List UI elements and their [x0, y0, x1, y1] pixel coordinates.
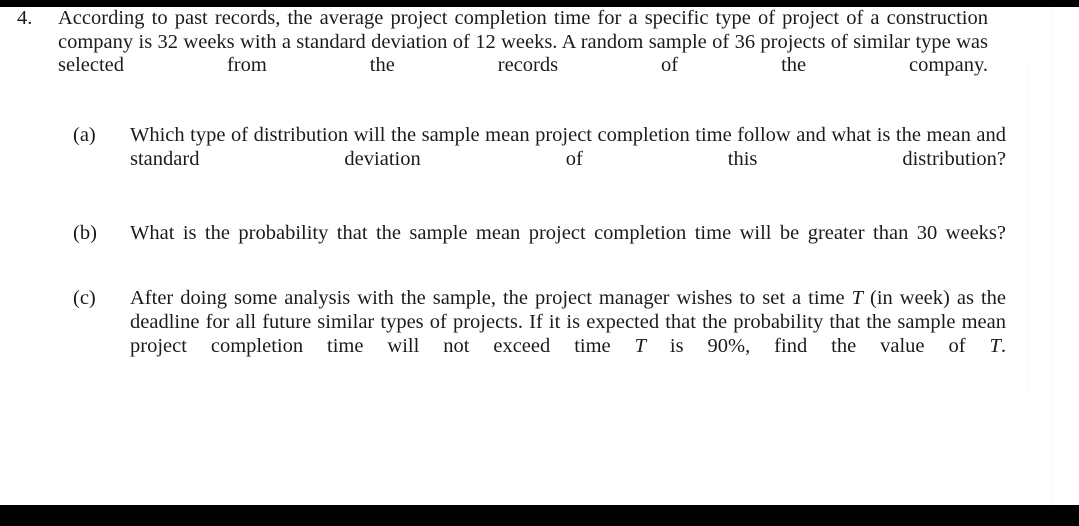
part-c-variable-t-1: T: [851, 287, 863, 309]
question-number: 4.: [17, 7, 33, 29]
part-c-variable-t-2: T: [634, 335, 646, 357]
part-label-c: (c): [73, 287, 96, 309]
part-text-b: What is the probability that the sample …: [130, 222, 1006, 244]
question-parts-list: (a) Which type of distribution will the …: [0, 123, 1079, 382]
part-text-c: After doing some analysis with the sampl…: [130, 286, 1006, 382]
scanned-page: 4. According to past records, the averag…: [0, 0, 1079, 526]
part-label-a: (a): [73, 124, 96, 146]
scan-border-bottom: [0, 505, 1079, 526]
question-part-b: (b) What is the probability that the sam…: [0, 221, 1079, 269]
question-stem-text: According to past records, the average p…: [58, 7, 988, 76]
part-c-variable-t-3: T: [989, 335, 1001, 357]
question-block: 4. According to past records, the averag…: [0, 7, 1079, 382]
part-c-run-4: .: [1000, 335, 1006, 357]
paper-area: 4. According to past records, the averag…: [0, 7, 1079, 505]
part-label-b: (b): [73, 222, 97, 244]
question-part-c: (c) After doing some analysis with the s…: [0, 286, 1079, 382]
scan-border-top: [0, 0, 1079, 7]
question-part-a: (a) Which type of distribution will the …: [0, 123, 1079, 195]
part-text-a: Which type of distribution will the samp…: [130, 124, 1006, 170]
question-stem-row: 4. According to past records, the averag…: [0, 7, 1079, 101]
part-c-run-1: After doing some analysis with the sampl…: [130, 287, 852, 309]
part-spacer: [0, 269, 1079, 286]
part-c-run-3: is 90%, find the value of: [645, 335, 990, 357]
part-spacer: [0, 195, 1079, 221]
